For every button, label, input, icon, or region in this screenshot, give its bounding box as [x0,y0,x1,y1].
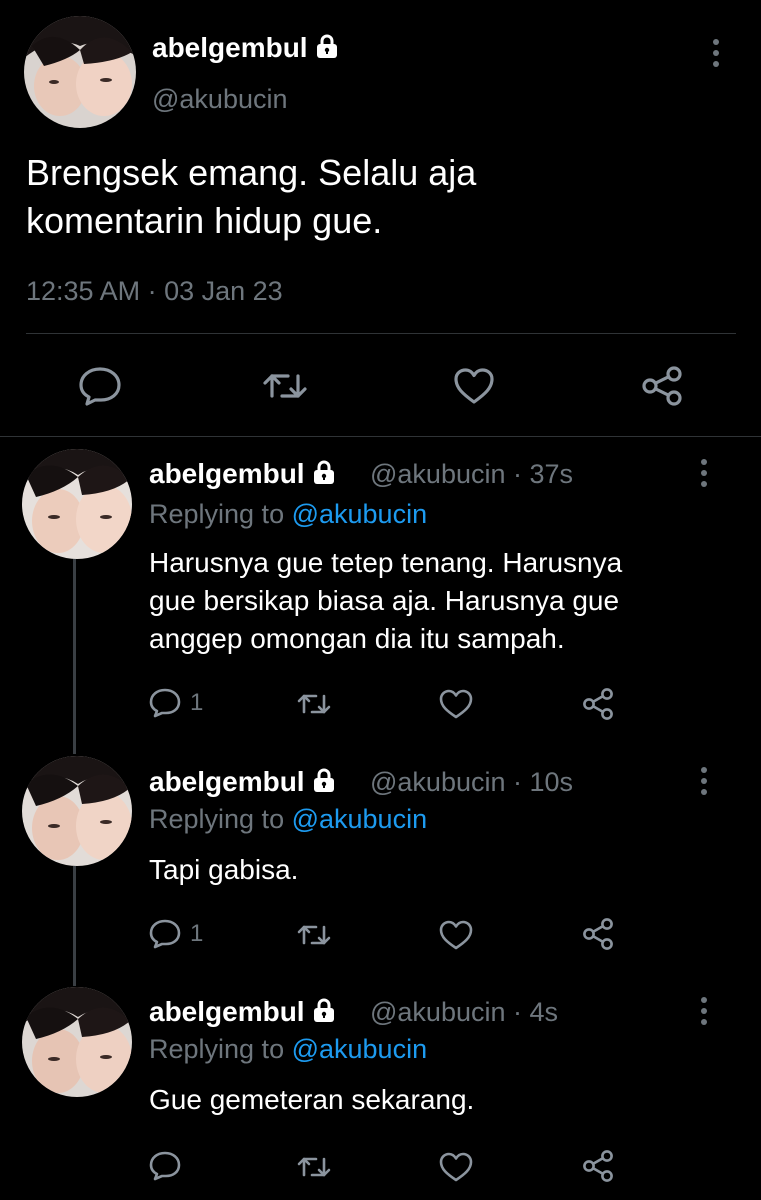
reply-icon[interactable] [78,366,122,406]
divider [26,333,736,334]
replying-handle-link[interactable]: @akubucin [292,804,428,834]
avatar[interactable] [24,16,136,128]
replying-handle-link[interactable]: @akubucin [292,499,428,529]
like-icon[interactable] [439,920,473,950]
lock-icon [311,459,337,492]
retweet-icon[interactable] [296,690,332,718]
timestamp[interactable]: 12:35 AM · 03 Jan 23 [26,276,283,307]
tweet-text: Brengsek emang. Selalu aja komentarin hi… [26,152,477,241]
replying-to: Replying to @akubucin [149,804,428,834]
more-options-icon[interactable] [692,457,716,489]
like-icon[interactable] [439,1152,473,1182]
handle-time[interactable]: @akubucin · 4s [370,997,558,1028]
more-options-icon[interactable] [692,765,716,797]
share-icon[interactable] [640,365,684,407]
lock-icon [314,33,340,66]
lock-icon [311,997,337,1030]
replying-handle-link[interactable]: @akubucin [292,1034,428,1064]
tweet-text: Gue gemeteran sekarang. [149,1084,475,1115]
retweet-icon[interactable] [296,921,332,949]
replying-to: Replying to @akubucin [149,499,428,529]
replying-to: Replying to @akubucin [149,1034,428,1064]
display-name[interactable]: abelgembul [149,458,337,492]
more-options-icon[interactable] [704,37,728,69]
reply-tweet[interactable]: abelgembul @akubucin · 4s Replying to @a… [0,977,761,1200]
display-name[interactable]: abelgembul [149,766,337,800]
share-icon[interactable] [581,687,615,721]
display-name[interactable]: abelgembul [152,32,340,66]
tweet-text: Harusnya gue tetep tenang. Harusnya gue … [149,547,623,654]
reply-icon[interactable] [149,1151,181,1181]
display-name[interactable]: abelgembul [149,996,337,1030]
main-tweet: abelgembul @akubucin Brengsek emang. Sel… [0,0,761,437]
lock-icon [311,767,337,800]
reply-tweet[interactable]: abelgembul @akubucin · 37s Replying to @… [0,437,761,747]
share-icon[interactable] [581,1149,615,1183]
reply-tweet[interactable]: abelgembul @akubucin · 10s Replying to @… [0,747,761,977]
handle-time[interactable]: @akubucin · 10s [370,767,573,798]
reply-count: 1 [190,689,204,716]
reply-count: 1 [190,920,204,947]
handle[interactable]: @akubucin [152,84,288,115]
like-icon[interactable] [439,689,473,719]
like-icon[interactable] [453,367,495,405]
avatar[interactable] [22,756,132,866]
avatar[interactable] [22,987,132,1097]
avatar[interactable] [22,449,132,559]
handle-time[interactable]: @akubucin · 37s [370,459,573,490]
share-icon[interactable] [581,917,615,951]
reply-icon[interactable] [149,919,181,949]
tweet-text: Tapi gabisa. [149,854,299,885]
more-options-icon[interactable] [692,995,716,1027]
retweet-icon[interactable] [262,368,308,404]
reply-icon[interactable] [149,688,181,718]
retweet-icon[interactable] [296,1153,332,1181]
